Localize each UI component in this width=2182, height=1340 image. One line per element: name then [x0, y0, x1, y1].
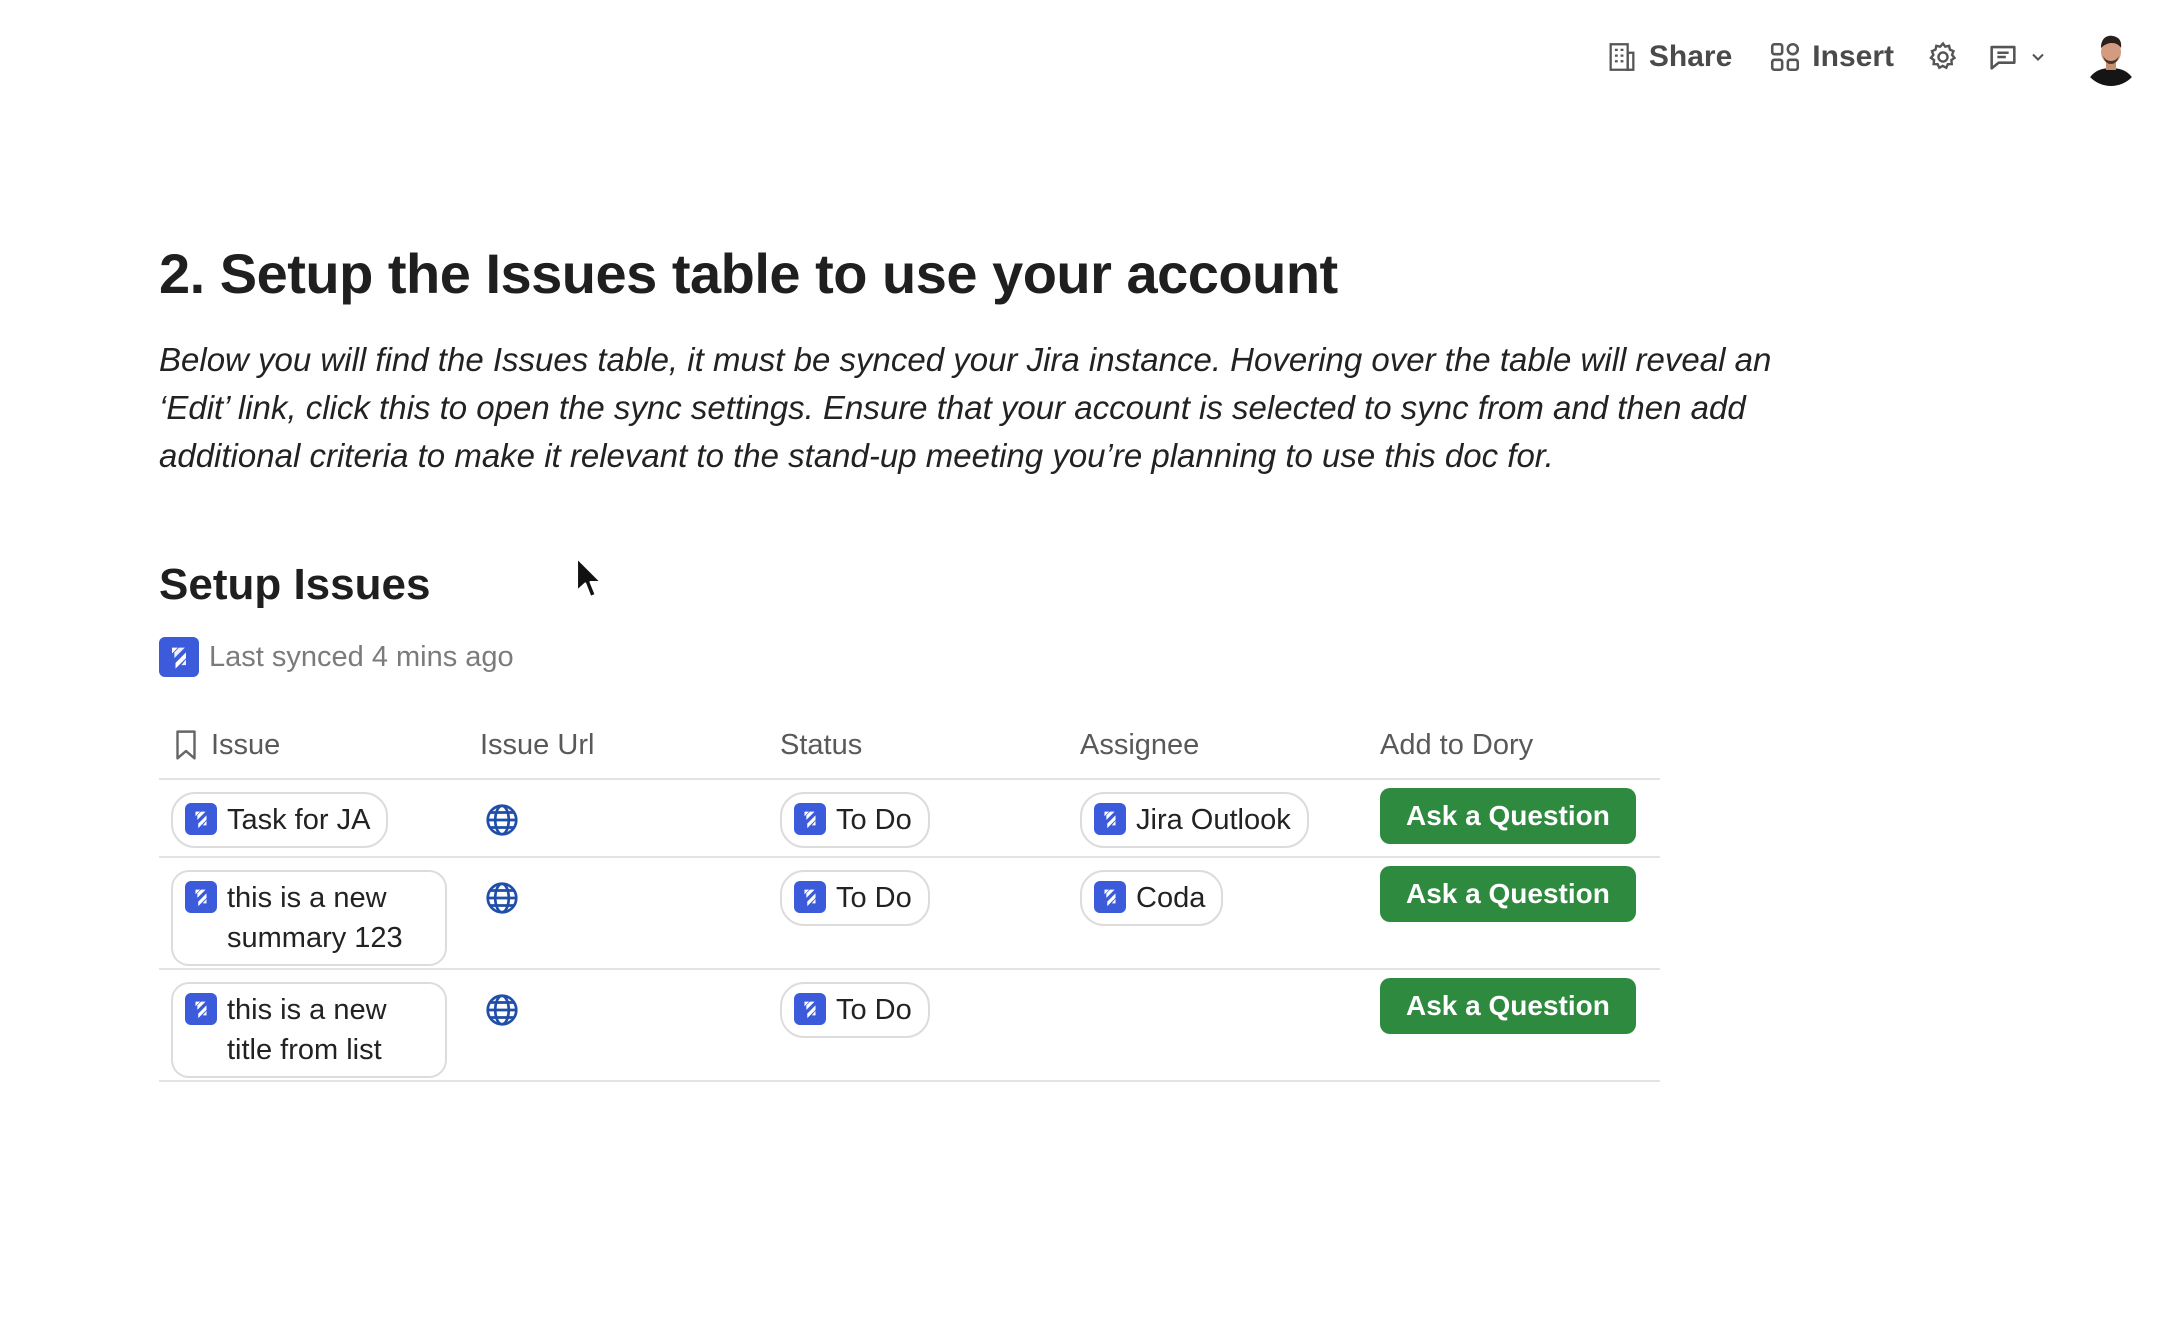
comment-icon: [1990, 45, 2016, 70]
issue-cell: this is a new title from list: [159, 970, 470, 1080]
column-header-assignee[interactable]: Assignee: [1070, 729, 1370, 762]
column-header-issue-url[interactable]: Issue Url: [470, 729, 770, 762]
insert-label: Insert: [1812, 40, 1894, 73]
assignee-chip[interactable]: Coda: [1080, 870, 1224, 926]
jira-icon: [794, 881, 826, 913]
issues-table: Issue Issue Url Status Assignee Add to D…: [159, 712, 1660, 1082]
column-header-issue[interactable]: Issue: [159, 728, 470, 762]
assignee-cell[interactable]: [1070, 970, 1370, 1080]
ask-a-question-button[interactable]: Ask a Question: [1380, 866, 1636, 922]
jira-icon: [1094, 881, 1126, 913]
mouse-cursor: [575, 556, 603, 599]
jira-icon: [159, 637, 199, 677]
status-cell: To Do: [770, 780, 1070, 856]
action-cell: Ask a Question: [1370, 858, 1660, 968]
share-button[interactable]: Share: [1605, 40, 1732, 74]
status-cell: To Do: [770, 858, 1070, 968]
gear-icon: [1929, 41, 1957, 70]
issue-url-cell: [470, 780, 770, 856]
issue-chip[interactable]: Task for JA: [171, 792, 389, 848]
ask-a-question-button[interactable]: Ask a Question: [1380, 788, 1636, 844]
issue-chip[interactable]: this is a new title from list: [171, 982, 447, 1078]
globe-icon[interactable]: [484, 880, 520, 916]
issue-cell: this is a new summary 123: [159, 858, 470, 968]
building-icon: [1609, 43, 1635, 71]
table-header: Issue Issue Url Status Assignee Add to D…: [159, 712, 1660, 780]
jira-icon: [185, 993, 217, 1025]
issue-url-cell: [470, 858, 770, 968]
status-cell: To Do: [770, 970, 1070, 1080]
section-title: Setup Issues: [159, 560, 431, 609]
bookmark-icon: [176, 730, 196, 760]
doc-content: 2. Setup the Issues table to use your ac…: [159, 238, 1779, 480]
avatar-portrait: [2082, 28, 2140, 86]
table-row: this is a new summary 123 To Do Coda Ask…: [159, 858, 1660, 970]
share-label: Share: [1648, 40, 1733, 73]
table-row: this is a new title from list To Do Ask …: [159, 970, 1660, 1082]
intro-paragraph: Below you will find the Issues table, it…: [159, 341, 1772, 474]
action-cell: Ask a Question: [1370, 780, 1660, 856]
top-toolbar: Share Insert: [1605, 28, 2140, 86]
insert-button[interactable]: Insert: [1768, 40, 1894, 74]
column-header-add-to-dory[interactable]: Add to Dory: [1370, 729, 1660, 762]
action-cell: Ask a Question: [1370, 970, 1660, 1080]
column-header-status[interactable]: Status: [770, 729, 1070, 762]
avatar[interactable]: [2082, 28, 2140, 86]
issue-cell: Task for JA: [159, 780, 470, 856]
assignee-cell: Jira Outlook: [1070, 780, 1370, 856]
jira-icon: [185, 881, 217, 913]
status-chip[interactable]: To Do: [780, 792, 930, 848]
globe-icon[interactable]: [484, 992, 520, 1028]
jira-icon: [794, 803, 826, 835]
chevron-down-icon: [2032, 53, 2044, 61]
status-chip[interactable]: To Do: [780, 982, 930, 1038]
settings-button[interactable]: [1926, 40, 1960, 74]
sync-status: Last synced 4 mins ago: [159, 637, 514, 677]
jira-icon: [185, 803, 217, 835]
globe-icon[interactable]: [484, 802, 520, 838]
page-title: 2. Setup the Issues table to use your ac…: [159, 242, 1338, 305]
sync-status-text: Last synced 4 mins ago: [209, 640, 514, 673]
grid-icon: [1771, 42, 1800, 72]
issue-url-cell: [470, 970, 770, 1080]
jira-icon: [1094, 803, 1126, 835]
status-chip[interactable]: To Do: [780, 870, 930, 926]
issue-chip[interactable]: this is a new summary 123: [171, 870, 447, 966]
comments-button[interactable]: [1986, 40, 2048, 74]
table-row: Task for JA To Do Jira Outlook Ask a Que…: [159, 780, 1660, 858]
jira-icon: [794, 993, 826, 1025]
assignee-cell: Coda: [1070, 858, 1370, 968]
ask-a-question-button[interactable]: Ask a Question: [1380, 978, 1636, 1034]
assignee-chip[interactable]: Jira Outlook: [1080, 792, 1309, 848]
